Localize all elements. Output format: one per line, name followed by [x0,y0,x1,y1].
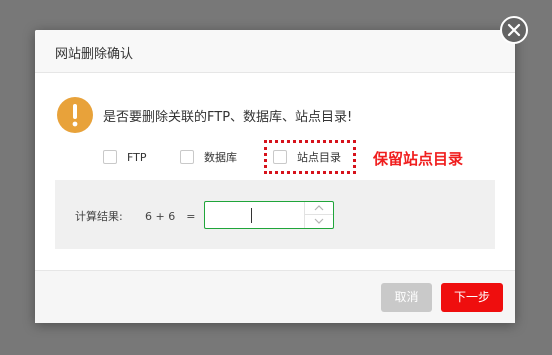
ftp-label: FTP [127,150,147,164]
calc-label: 计算结果: [75,210,123,223]
cancel-button[interactable]: 取消 [381,283,432,312]
captcha-panel: 计算结果: 6 + 6 = [55,180,495,249]
option-ftp[interactable]: FTP [103,149,147,165]
number-spinner [304,202,333,228]
delete-site-dialog: 网站删除确认 是否要删除关联的FTP、数据库、站点目录! FTP 数据库 站点目… [35,30,515,323]
text-caret [251,208,252,223]
dialog-footer: 取消 下一步 [35,270,515,323]
database-label: 数据库 [204,151,237,164]
confirm-question: 是否要删除关联的FTP、数据库、站点目录! [103,110,353,125]
calc-expression: 6 + 6 = [145,210,196,223]
ftp-checkbox[interactable] [103,150,117,164]
option-database[interactable]: 数据库 [180,149,237,165]
database-checkbox[interactable] [180,150,194,164]
chevron-down-icon[interactable] [305,215,333,228]
dialog-title: 网站删除确认 [55,47,134,62]
calc-answer-input[interactable] [204,201,334,229]
annotation-callout: 保留站点目录 [373,150,464,168]
next-step-button[interactable]: 下一步 [441,283,503,312]
annotation-highlight-box [264,140,356,174]
dialog-titlebar: 网站删除确认 [35,30,515,73]
exclamation-icon [57,97,93,133]
chevron-up-icon[interactable] [305,202,333,215]
close-icon[interactable] [500,16,528,44]
